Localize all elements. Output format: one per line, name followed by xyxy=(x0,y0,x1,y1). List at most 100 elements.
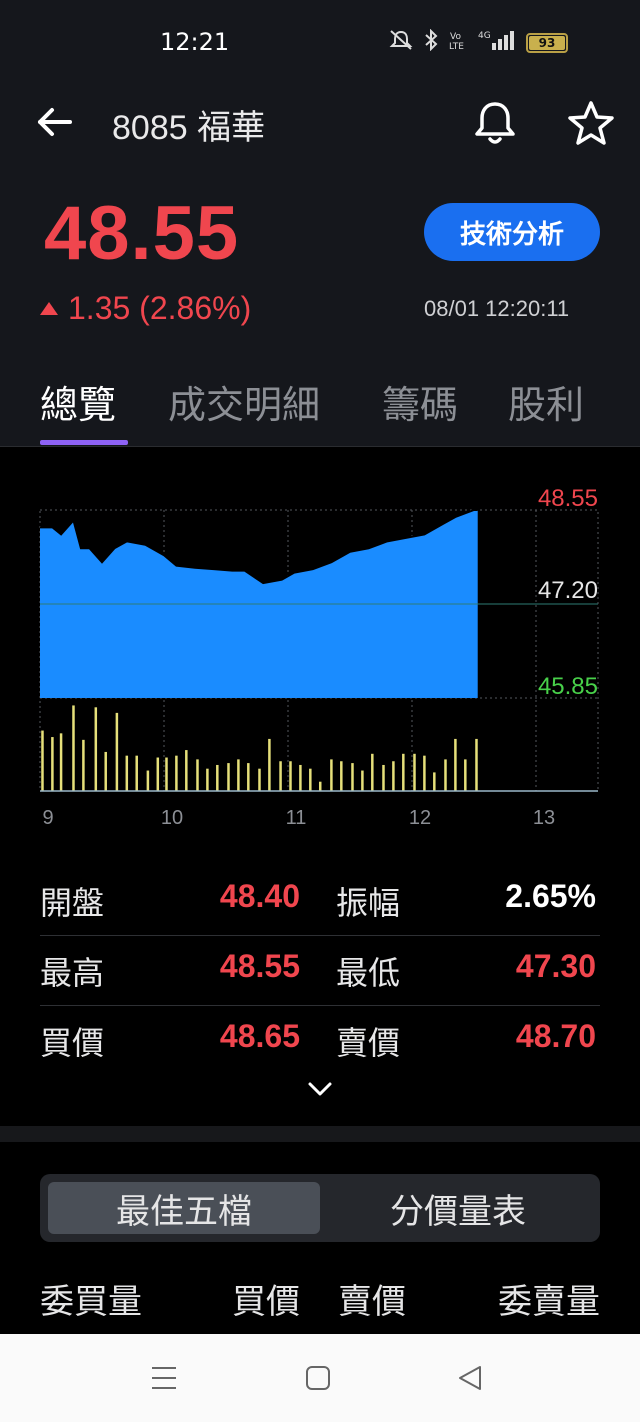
favorite-button[interactable] xyxy=(564,96,618,150)
battery-level: 93 xyxy=(529,35,565,50)
volume-bar xyxy=(165,757,168,791)
volume-bar xyxy=(392,761,395,791)
price-change: 1.35 (2.86%) xyxy=(40,290,251,327)
volume-bar xyxy=(433,772,436,791)
stat-row: 買價 48.65 賣價 48.70 xyxy=(40,1006,600,1076)
stat-label-high: 最高 xyxy=(40,954,105,992)
quote-timestamp: 08/01 12:20:11 xyxy=(424,296,570,321)
x-tick-label: 10 xyxy=(161,807,183,829)
mute-icon xyxy=(388,29,414,56)
technical-analysis-button[interactable]: 技術分析 xyxy=(424,203,600,261)
chevron-down-icon xyxy=(308,1082,332,1096)
nav-menu-button[interactable] xyxy=(144,1358,184,1398)
stat-row: 開盤 48.40 振幅 2.65% xyxy=(40,866,600,936)
x-tick-label: 9 xyxy=(42,807,53,829)
segment-price-volume[interactable]: 分價量表 xyxy=(322,1182,594,1234)
menu-icon xyxy=(152,1367,176,1389)
volume-bar xyxy=(258,768,261,791)
volume-bar xyxy=(318,781,322,791)
price-label-low: 45.85 xyxy=(538,673,598,700)
volume-bar xyxy=(464,759,467,791)
signal-4g-icon: 4G xyxy=(478,29,516,56)
tab-dividend[interactable]: 股利 xyxy=(508,374,584,429)
header-ask-price: 賣價 xyxy=(338,1282,406,1322)
volume-bar xyxy=(135,755,138,791)
x-tick-label: 13 xyxy=(533,807,555,829)
price-label-high: 48.55 xyxy=(538,485,598,512)
price-change-text: 1.35 (2.86%) xyxy=(68,290,252,326)
volume-bar xyxy=(51,737,54,791)
stat-value-ask: 48.70 xyxy=(515,1018,596,1054)
tab-trade-detail[interactable]: 成交明細 xyxy=(168,374,320,429)
volume-bar xyxy=(175,755,178,791)
up-triangle-icon xyxy=(40,302,58,315)
volume-bar xyxy=(41,730,44,791)
volume-bar xyxy=(454,738,457,791)
volume-bar xyxy=(59,733,63,791)
x-tick-label: 11 xyxy=(286,807,307,829)
status-bar: 12:21 Vo LTE 4G 93 xyxy=(0,0,640,86)
top-panel: 12:21 Vo LTE 4G 93 8085 福華 48.55 技術分析 1.… xyxy=(0,0,640,447)
tab-bar: 總覽 成交明細 籌碼 股利 xyxy=(0,368,640,446)
stat-label-ask: 賣價 xyxy=(336,1024,401,1062)
alert-button[interactable] xyxy=(468,96,522,150)
volume-bar xyxy=(340,761,343,791)
intraday-chart[interactable]: 48.55 47.20 45.85 9 10 11 12 13 xyxy=(0,480,640,840)
svg-text:4G: 4G xyxy=(478,31,491,41)
stat-value-low: 47.30 xyxy=(515,948,596,984)
nav-back-button[interactable] xyxy=(450,1358,490,1398)
expand-button[interactable] xyxy=(300,1072,340,1106)
volume-bar xyxy=(413,753,416,791)
bell-icon xyxy=(475,102,515,144)
back-button[interactable] xyxy=(30,100,80,144)
battery-icon: 93 xyxy=(526,32,568,53)
svg-text:Vo: Vo xyxy=(450,32,461,42)
tab-more-clipped[interactable] xyxy=(630,374,640,418)
volume-bar xyxy=(104,751,107,791)
quote-stats: 開盤 48.40 振幅 2.65% 最高 48.55 最低 47.30 買價 4… xyxy=(40,866,600,1076)
volume-bar xyxy=(196,759,199,791)
volume-bar xyxy=(402,753,405,791)
volume-bar xyxy=(94,707,98,791)
volume-bar xyxy=(125,755,129,791)
volume-bar xyxy=(82,739,85,791)
header-bid-price: 買價 xyxy=(232,1282,300,1322)
volume-bar xyxy=(361,770,364,791)
stat-value-high: 48.55 xyxy=(219,948,300,984)
status-time: 12:21 xyxy=(160,28,230,56)
volume-bar xyxy=(475,738,478,791)
stat-label-amplitude: 振幅 xyxy=(336,884,401,922)
volume-bar xyxy=(72,705,75,791)
section-divider xyxy=(0,1126,640,1142)
header-ask-qty: 委賣量 xyxy=(498,1282,600,1322)
tab-divider xyxy=(0,446,640,447)
volume-bar xyxy=(216,764,219,791)
volume-bar xyxy=(371,753,374,791)
volume-bar xyxy=(351,763,354,791)
stat-row: 最高 48.55 最低 47.30 xyxy=(40,936,600,1006)
header-bid-qty: 委買量 xyxy=(40,1282,142,1322)
volume-bar xyxy=(268,738,271,791)
tab-overview[interactable]: 總覽 xyxy=(40,374,116,429)
stat-label-bid: 買價 xyxy=(40,1024,105,1062)
volte-icon: Vo LTE xyxy=(448,29,468,56)
status-icons: Vo LTE 4G 93 xyxy=(388,28,568,56)
home-square-icon xyxy=(306,1366,330,1390)
tab-chips[interactable]: 籌碼 xyxy=(382,374,458,429)
volume-bar xyxy=(444,759,447,791)
x-tick-label: 12 xyxy=(409,807,431,829)
volume-bar xyxy=(156,757,160,791)
segment-best-five[interactable]: 最佳五檔 xyxy=(48,1182,320,1234)
nav-home-button[interactable] xyxy=(298,1358,338,1398)
svg-text:LTE: LTE xyxy=(449,42,464,51)
volume-bar xyxy=(237,759,240,791)
back-triangle-icon xyxy=(459,1366,481,1390)
last-price: 48.55 xyxy=(44,191,240,276)
volume-bar xyxy=(309,768,312,791)
price-label-reference: 47.20 xyxy=(538,577,598,604)
volume-bar xyxy=(382,764,385,791)
volume-bar xyxy=(206,768,209,791)
bluetooth-icon xyxy=(424,28,438,56)
volume-bar xyxy=(146,770,150,791)
volume-bar xyxy=(423,755,426,791)
